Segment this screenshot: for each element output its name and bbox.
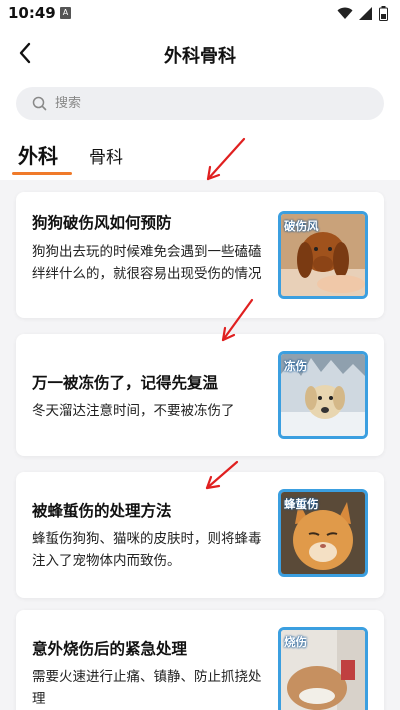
notification-indicator: A <box>60 7 71 19</box>
article-thumbnail: 烧伤 <box>278 627 368 710</box>
wifi-icon <box>337 7 353 19</box>
search-icon <box>32 96 47 111</box>
thumbnail-tag: 蜂蜇伤 <box>284 497 319 511</box>
search-input[interactable] <box>55 96 355 111</box>
tab-surgery[interactable]: 外科 <box>18 140 58 169</box>
signal-icon <box>359 7 372 20</box>
article-description: 狗狗出去玩的时候难免会遇到一些磕磕绊绊什么的，就很容易出现受伤的情况 <box>32 244 262 282</box>
status-time: 10:49 <box>8 4 56 22</box>
article-card[interactable]: 被蜂蜇伤的处理方法 蜂蜇伤狗狗、猫咪的皮肤时，则将蜂毒注入了宠物体内而致伤。 蜂… <box>16 472 384 598</box>
status-icons <box>337 6 388 21</box>
article-description: 需要火速进行止痛、镇静、防止抓挠处理 <box>32 669 262 707</box>
article-description: 蜂蜇伤狗狗、猫咪的皮肤时，则将蜂毒注入了宠物体内而致伤。 <box>32 531 262 569</box>
article-title: 狗狗破伤风如何预防 <box>32 214 172 232</box>
header-bar: 外科骨科 <box>0 28 400 80</box>
article-description: 冬天溜达注意时间，不要被冻伤了 <box>32 403 235 419</box>
article-card[interactable]: 万一被冻伤了，记得先复温 冬天溜达注意时间，不要被冻伤了 冻伤 <box>16 334 384 456</box>
page-title: 外科骨科 <box>164 46 236 67</box>
category-tabs: 外科 骨科 <box>0 130 400 180</box>
thumbnail-tag: 破伤风 <box>284 219 319 233</box>
search-area <box>0 80 400 130</box>
article-card[interactable]: 意外烧伤后的紧急处理 需要火速进行止痛、镇静、防止抓挠处理 烧伤 <box>16 610 384 710</box>
thumbnail-tag: 烧伤 <box>284 635 307 649</box>
article-thumbnail: 破伤风 <box>278 211 368 299</box>
battery-icon <box>379 6 388 21</box>
search-box[interactable] <box>16 87 384 120</box>
article-list: 狗狗破伤风如何预防 狗狗出去玩的时候难免会遇到一些磕磕绊绊什么的，就很容易出现受… <box>0 180 400 710</box>
article-title: 意外烧伤后的紧急处理 <box>32 640 188 658</box>
article-thumbnail: 冻伤 <box>278 351 368 439</box>
article-title: 万一被冻伤了，记得先复温 <box>32 374 219 392</box>
article-title: 被蜂蜇伤的处理方法 <box>32 502 172 520</box>
tab-orthopedics[interactable]: 骨科 <box>89 143 123 168</box>
article-card[interactable]: 狗狗破伤风如何预防 狗狗出去玩的时候难免会遇到一些磕磕绊绊什么的，就很容易出现受… <box>16 192 384 318</box>
article-thumbnail: 蜂蜇伤 <box>278 489 368 577</box>
tab-active-indicator <box>12 172 72 175</box>
status-bar: 10:49 A <box>0 0 400 28</box>
thumbnail-tag: 冻伤 <box>284 359 307 373</box>
